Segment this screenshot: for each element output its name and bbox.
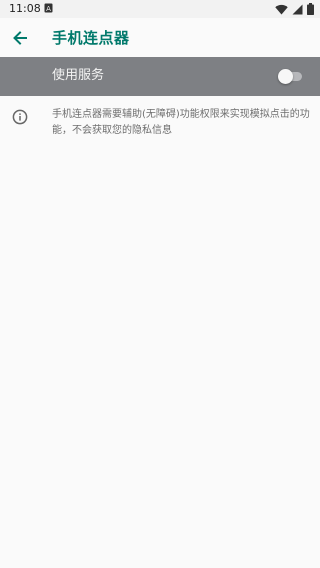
use-service-toggle[interactable] bbox=[278, 69, 302, 85]
info-icon bbox=[12, 109, 28, 125]
back-arrow-icon[interactable] bbox=[10, 28, 30, 48]
status-time: 11:08 bbox=[9, 2, 41, 15]
info-description: 手机连点器需要辅助(无障碍)功能权限来实现模拟点击的功能，不会获取您的隐私信息 bbox=[52, 109, 310, 136]
battery-icon bbox=[307, 3, 314, 15]
page-title: 手机连点器 bbox=[52, 29, 130, 47]
status-icons bbox=[275, 3, 314, 15]
use-service-label: 使用服务 bbox=[52, 68, 105, 83]
svg-text:A: A bbox=[46, 5, 51, 13]
app-bar: 手机连点器 bbox=[0, 18, 320, 58]
use-service-row[interactable]: 使用服务 bbox=[0, 57, 320, 96]
status-bar: 11:08 A bbox=[0, 0, 320, 18]
signal-icon bbox=[292, 4, 303, 14]
wifi-icon bbox=[275, 4, 288, 14]
a-letter-icon: A bbox=[44, 3, 53, 13]
toggle-thumb bbox=[278, 69, 293, 84]
